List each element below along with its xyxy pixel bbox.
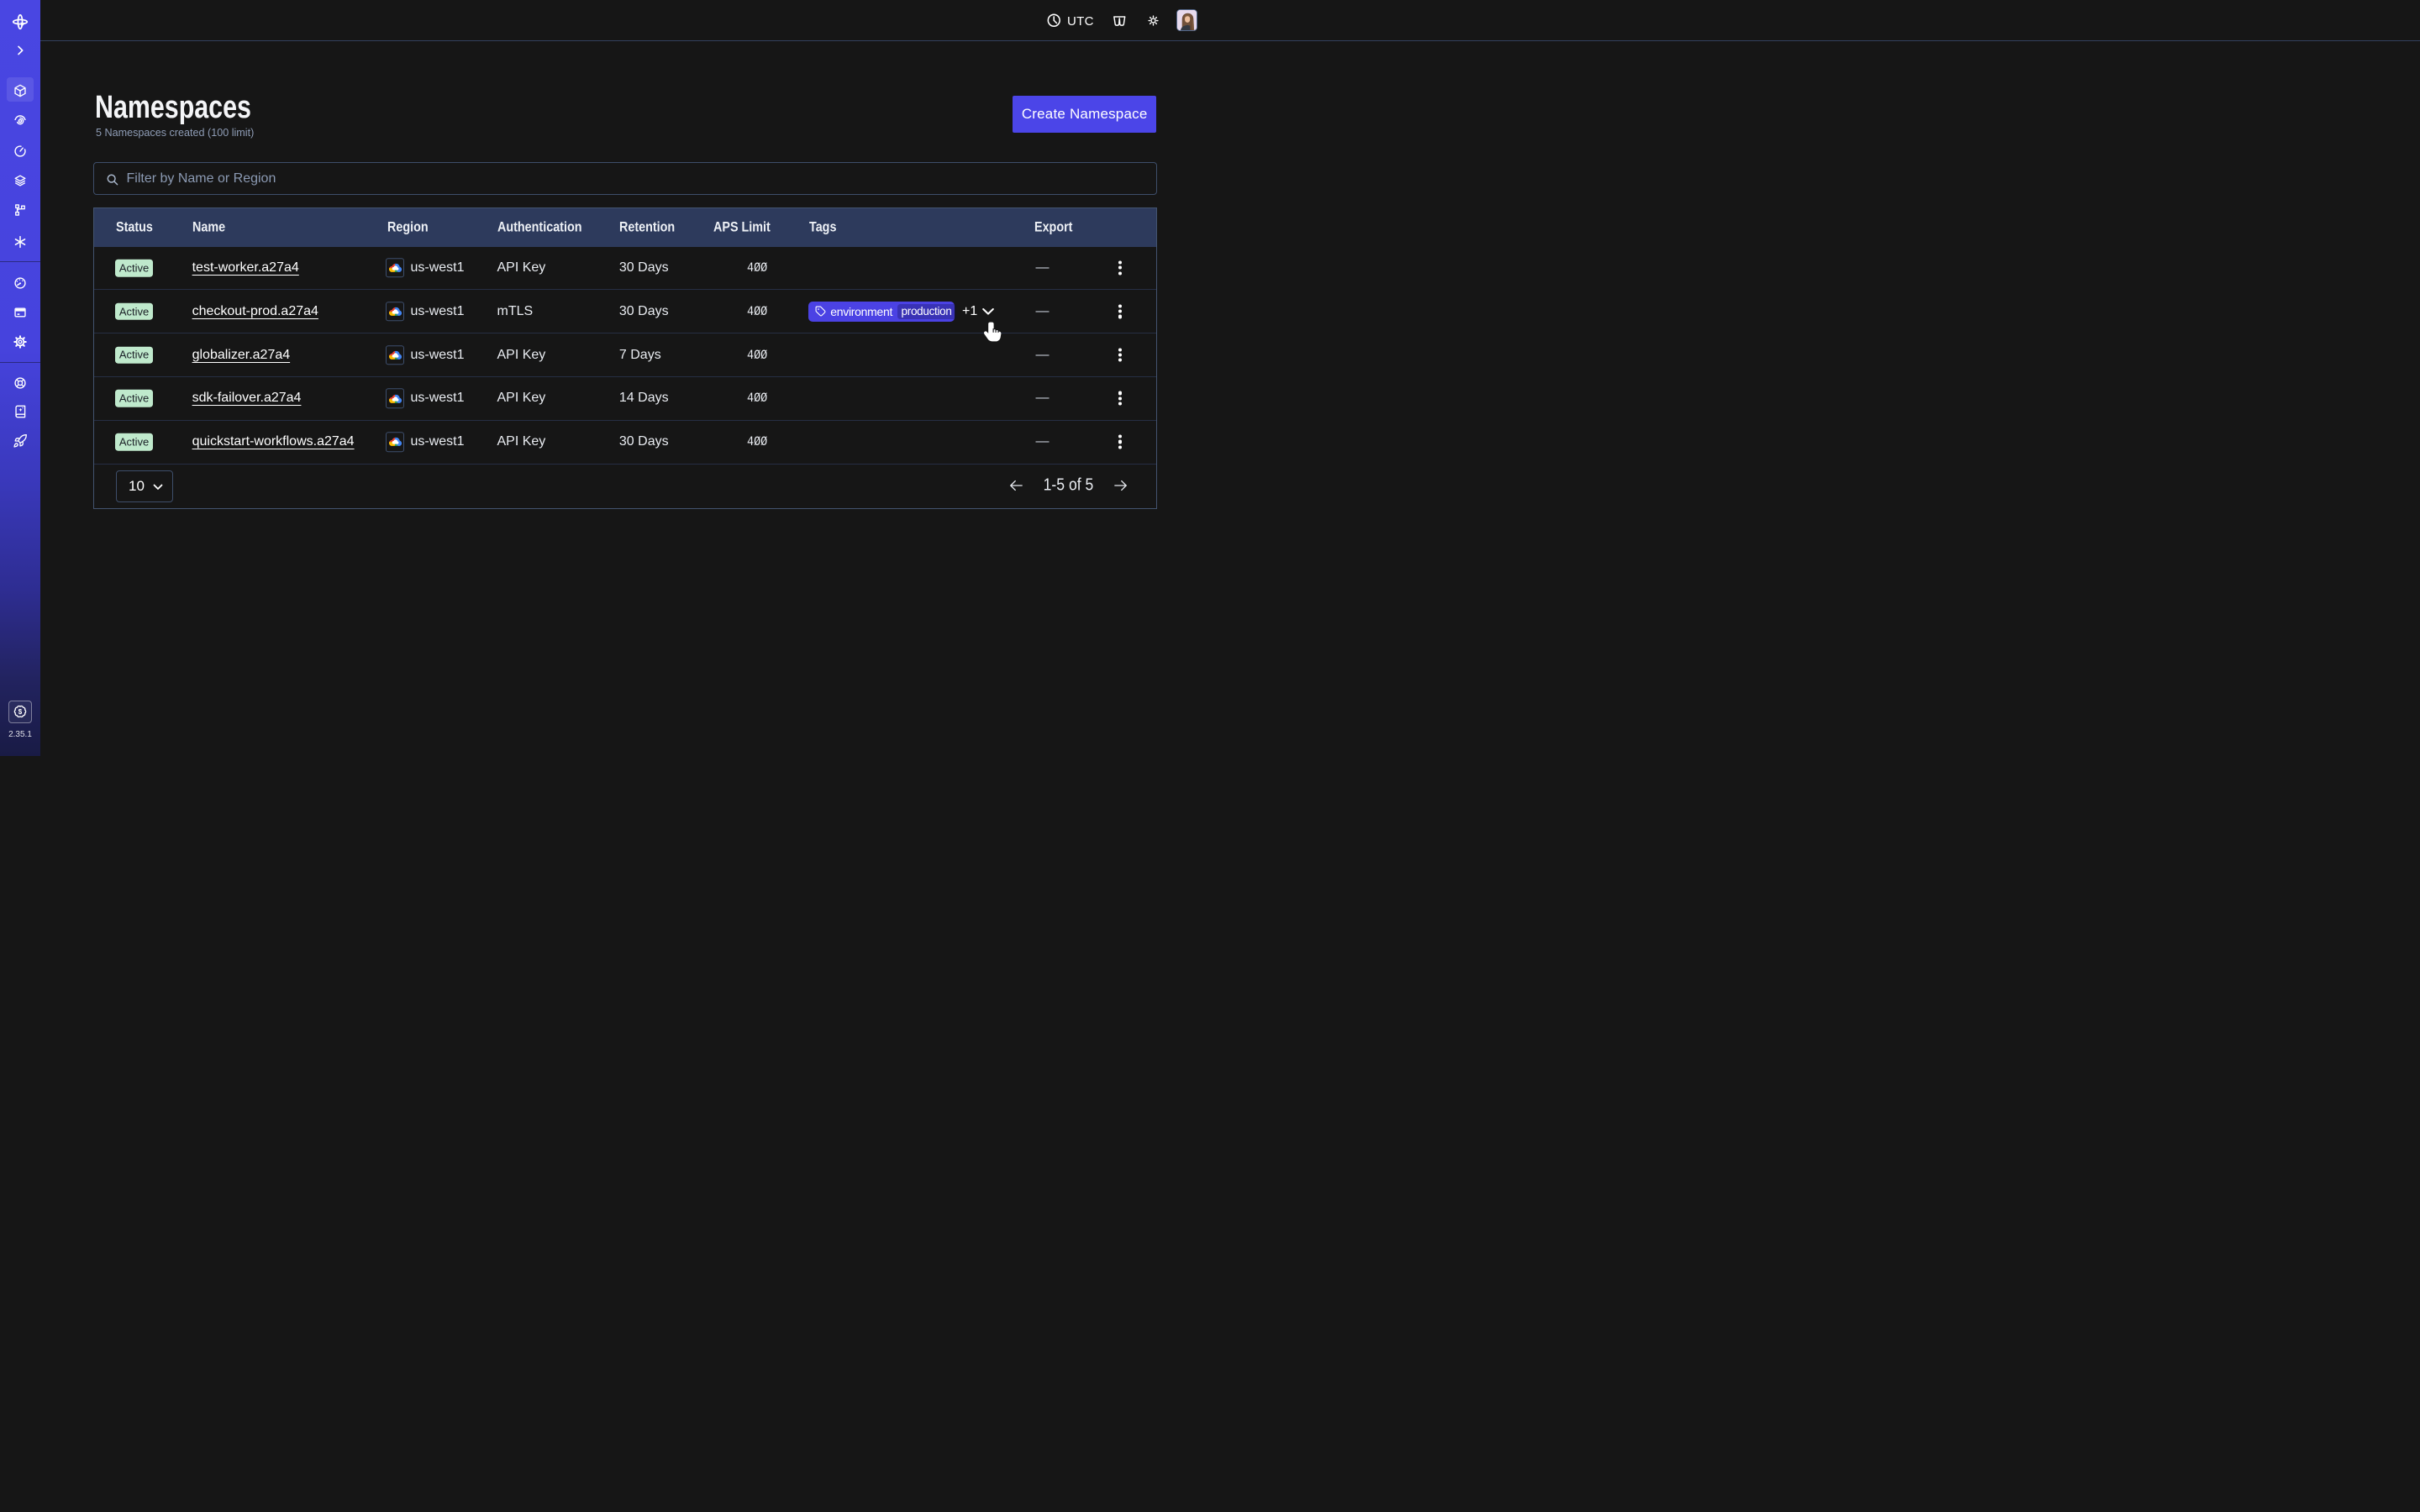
svg-text:$: $ — [18, 708, 23, 716]
